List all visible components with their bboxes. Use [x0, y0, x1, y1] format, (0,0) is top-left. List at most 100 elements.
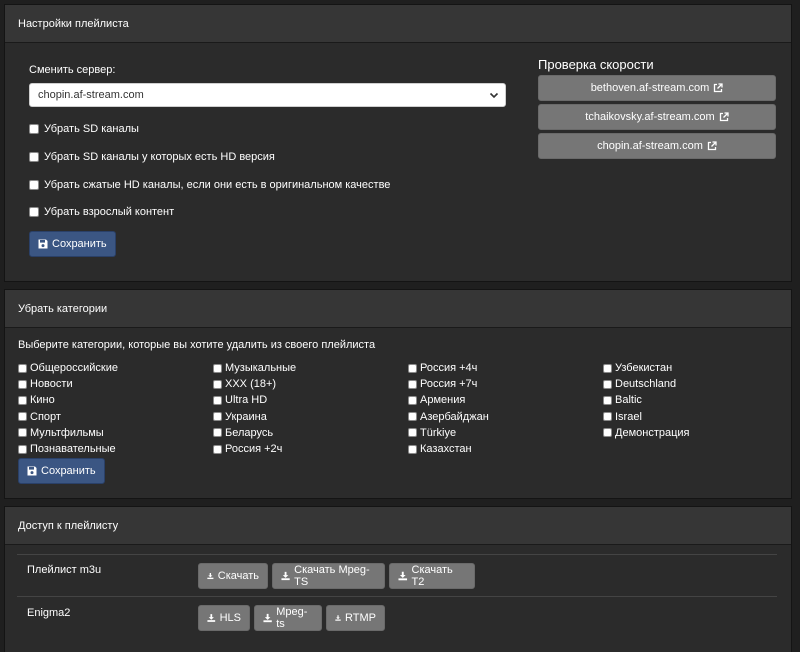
- checkbox[interactable]: [603, 363, 612, 373]
- checkbox[interactable]: [408, 412, 417, 422]
- playlist-access-header: Доступ к плейлисту: [5, 507, 791, 545]
- download-icon: [263, 613, 272, 623]
- option-label: Убрать SD каналы у которых есть HD верси…: [44, 151, 275, 163]
- category-item[interactable]: XXX (18+): [213, 376, 408, 392]
- checkbox[interactable]: [29, 152, 39, 162]
- m3u-label: Плейлист m3u: [27, 564, 102, 576]
- category-item[interactable]: Новости: [18, 376, 213, 392]
- category-item[interactable]: Baltic: [603, 392, 798, 408]
- checkbox[interactable]: [213, 395, 222, 405]
- checkbox[interactable]: [18, 444, 27, 454]
- download-mpeg-ts-button[interactable]: Скачать Mpeg-TS: [272, 563, 385, 589]
- checkbox[interactable]: [603, 379, 612, 389]
- checkbox[interactable]: [213, 444, 222, 454]
- playlist-settings-panel: Настройки плейлиста Сменить сервер: chop…: [4, 4, 792, 282]
- category-item[interactable]: Россия +4ч: [408, 360, 603, 376]
- checkbox[interactable]: [18, 379, 27, 389]
- checkbox[interactable]: [408, 428, 417, 438]
- external-link-icon: [719, 112, 729, 122]
- save-settings-button[interactable]: Сохранить: [29, 231, 116, 257]
- checkbox[interactable]: [18, 428, 27, 438]
- checkbox[interactable]: [408, 444, 417, 454]
- category-label: Россия +7ч: [420, 378, 478, 391]
- category-item[interactable]: Deutschland: [603, 376, 798, 392]
- category-column: Узбекистан Deutschland Baltic Israel Дем…: [603, 360, 798, 457]
- checkbox[interactable]: [603, 428, 612, 438]
- playlist-access-panel: Доступ к плейлисту Плейлист m3u Скачать …: [4, 506, 792, 652]
- category-item[interactable]: Узбекистан: [603, 360, 798, 376]
- category-label: Россия +2ч: [225, 443, 283, 456]
- save-label: Сохранить: [41, 465, 96, 477]
- save-categories-button[interactable]: Сохранить: [18, 458, 105, 484]
- category-label: Israel: [615, 410, 642, 423]
- category-label: Кино: [30, 394, 55, 407]
- category-item[interactable]: Украина: [213, 409, 408, 425]
- checkbox[interactable]: [213, 428, 222, 438]
- category-item[interactable]: Музыкальные: [213, 360, 408, 376]
- category-label: Армения: [420, 394, 466, 407]
- server-label: Сменить сервер:: [29, 64, 116, 76]
- option-remove-sd-with-hd[interactable]: Убрать SD каналы у которых есть HD верси…: [29, 151, 275, 163]
- server-select-value: chopin.af-stream.com: [38, 89, 144, 101]
- category-item[interactable]: Спорт: [18, 409, 213, 425]
- speed-test-chopin-button[interactable]: chopin.af-stream.com: [538, 133, 776, 159]
- checkbox[interactable]: [213, 412, 222, 422]
- checkbox[interactable]: [408, 379, 417, 389]
- download-t2-button[interactable]: Скачать T2: [389, 563, 475, 589]
- checkbox[interactable]: [603, 412, 612, 422]
- option-remove-compressed-hd[interactable]: Убрать сжатые HD каналы, если они есть в…: [29, 179, 390, 191]
- checkbox[interactable]: [213, 363, 222, 373]
- download-button[interactable]: Скачать: [198, 563, 268, 589]
- category-item[interactable]: Россия +2ч: [213, 441, 408, 457]
- option-label: Убрать сжатые HD каналы, если они есть в…: [44, 179, 391, 191]
- category-item[interactable]: Ultra HD: [213, 392, 408, 408]
- category-item[interactable]: Казахстан: [408, 441, 603, 457]
- checkbox[interactable]: [213, 379, 222, 389]
- category-item[interactable]: Israel: [603, 409, 798, 425]
- row-divider: [17, 596, 777, 597]
- category-grid: Общероссийские Новости Кино Спорт Мультф…: [18, 360, 798, 457]
- category-label: Ultra HD: [225, 394, 268, 407]
- categories-instruction: Выберите категории, которые вы хотите уд…: [18, 339, 376, 351]
- checkbox[interactable]: [29, 124, 39, 134]
- enigma-rtmp-button[interactable]: RTMP: [326, 605, 385, 631]
- speed-test-bethoven-button[interactable]: bethoven.af-stream.com: [538, 75, 776, 101]
- option-remove-sd[interactable]: Убрать SD каналы: [29, 123, 139, 135]
- category-item[interactable]: Познавательные: [18, 441, 213, 457]
- chevron-down-icon: [489, 92, 499, 99]
- checkbox[interactable]: [603, 395, 612, 405]
- category-label: Мультфильмы: [30, 426, 104, 439]
- checkbox[interactable]: [18, 395, 27, 405]
- category-item[interactable]: Türkiye: [408, 425, 603, 441]
- category-label: Общероссийские: [30, 362, 118, 375]
- checkbox[interactable]: [29, 180, 39, 190]
- category-label: Новости: [30, 378, 73, 391]
- checkbox[interactable]: [408, 395, 417, 405]
- category-item[interactable]: Общероссийские: [18, 360, 213, 376]
- option-remove-adult[interactable]: Убрать взрослый контент: [29, 206, 174, 218]
- playlist-settings-header: Настройки плейлиста: [5, 5, 791, 43]
- category-column: Россия +4ч Россия +7ч Армения Азербайджа…: [408, 360, 603, 457]
- enigma-hls-button[interactable]: HLS: [198, 605, 250, 631]
- category-item[interactable]: Армения: [408, 392, 603, 408]
- category-item[interactable]: Беларусь: [213, 425, 408, 441]
- button-label: Mpeg-ts: [276, 606, 308, 630]
- category-item[interactable]: Мультфильмы: [18, 425, 213, 441]
- save-icon: [27, 466, 37, 476]
- enigma-mpeg-ts-button[interactable]: Mpeg-ts: [254, 605, 322, 631]
- category-label: Türkiye: [420, 426, 457, 439]
- checkbox[interactable]: [18, 363, 27, 373]
- playlist-settings-body: Сменить сервер: chopin.af-stream.com Убр…: [5, 43, 791, 281]
- checkbox[interactable]: [18, 412, 27, 422]
- checkbox[interactable]: [408, 363, 417, 373]
- category-label: Узбекистан: [615, 362, 673, 375]
- category-item[interactable]: Россия +7ч: [408, 376, 603, 392]
- category-item[interactable]: Азербайджан: [408, 409, 603, 425]
- category-item[interactable]: Демонстрация: [603, 425, 798, 441]
- category-label: Азербайджан: [420, 410, 489, 423]
- server-select[interactable]: chopin.af-stream.com: [29, 83, 506, 107]
- category-item[interactable]: Кино: [18, 392, 213, 408]
- speed-test-tchaikovsky-button[interactable]: tchaikovsky.af-stream.com: [538, 104, 776, 130]
- checkbox[interactable]: [29, 207, 39, 217]
- playlist-access-body: Плейлист m3u Скачать Скачать Mpeg-TS Ска…: [5, 545, 791, 652]
